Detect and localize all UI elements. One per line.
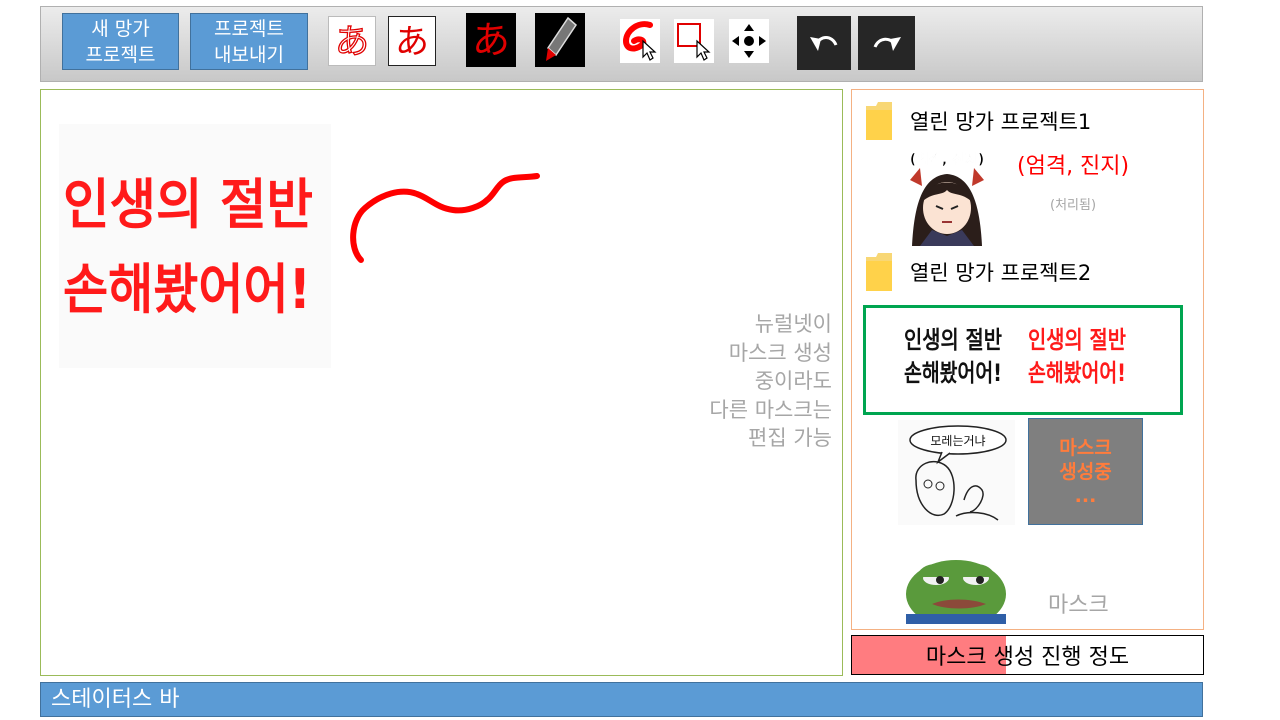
pencil-icon <box>546 16 577 61</box>
canvas-note-line: 마스크 생성 <box>728 340 832 365</box>
redo-button[interactable] <box>858 16 915 70</box>
thumb-text-red-2: 손해봤어어! <box>1028 359 1126 387</box>
move-icon <box>732 24 766 58</box>
sketch-thumbnail[interactable]: 모레는거냐 <box>898 420 1015 525</box>
folder-icon <box>866 253 892 291</box>
status-text: 스테이터스 바 <box>51 687 180 712</box>
selected-thumbnail-image: 인생의 절반 손해봤어어! 인생의 절반 손해봤어어! <box>904 326 1126 387</box>
sketch-thumbnail-image: 모레는거냐 <box>909 425 1007 521</box>
canvas-note-line: 편집 가능 <box>748 426 832 450</box>
canvas-note: 뉴럴넷이 마스크 생성 중이라도 다른 마스크는 편집 가능 <box>709 310 832 453</box>
new-project-button[interactable]: 새 망가 프로젝트 <box>62 13 179 70</box>
project-1-thumbnail[interactable]: (엄격, 진지) <box>892 146 1002 246</box>
frog-thumbnail-image <box>906 560 1006 628</box>
text-inverted-tool[interactable]: あ <box>466 13 516 67</box>
project-2-title: 열린 망가 프로젝트2 <box>910 261 1092 285</box>
brush-select-tool[interactable] <box>620 19 660 63</box>
project-panel: 열린 망가 프로젝트1 (엄격, 진지) (엄격, 진지) (처리됨) 열린 망… <box>851 89 1204 630</box>
text-outline-icon: あ <box>334 21 369 62</box>
status-bar: 스테이터스 바 <box>40 682 1203 717</box>
brush-select-icon <box>622 21 657 61</box>
text-outline-tool[interactable]: あ <box>328 16 376 66</box>
thumb-text-black-2: 손해봤어어! <box>904 359 1002 387</box>
undo-button[interactable] <box>797 16 851 70</box>
canvas-note-line: 뉴럴넷이 <box>754 312 832 336</box>
project-1-header[interactable]: 열린 망가 프로젝트1 <box>864 100 1091 142</box>
mask-progress-bar: 마스크 생성 진행 정도 <box>851 635 1204 675</box>
project-1-title: 열린 망가 프로젝트1 <box>910 110 1092 134</box>
redo-icon <box>873 37 901 51</box>
svg-text:あ: あ <box>335 22 369 62</box>
mask-generating-thumbnail[interactable]: 마스크 생성중 ... <box>1028 418 1143 525</box>
pencil-tool[interactable] <box>535 13 585 67</box>
text-filled-icon: あ <box>395 22 429 62</box>
svg-text:あ: あ <box>395 22 429 62</box>
canvas-text-line-1: 인생의 절반 <box>63 173 313 236</box>
export-project-label-1: 프로젝트 <box>214 17 284 40</box>
thumb-text-black-1: 인생의 절반 <box>904 326 1002 354</box>
svg-text:あ: あ <box>472 18 510 62</box>
text-inverted-icon: あ <box>472 18 510 62</box>
new-project-label-1: 새 망가 <box>91 17 150 40</box>
export-project-button[interactable]: 프로젝트 내보내기 <box>190 13 308 70</box>
sketch-bubble-text: 모레는거냐 <box>930 434 985 448</box>
brush-stroke <box>350 173 540 263</box>
thumb-text-red-1: 인생의 절반 <box>1028 326 1126 354</box>
frog-thumbnail[interactable] <box>902 544 1008 628</box>
character-thumbnail: (엄격, 진지) <box>909 151 985 246</box>
canvas-text-line-2: 손해봤어어! <box>63 258 311 321</box>
move-tool[interactable] <box>729 19 769 63</box>
canvas-note-line: 다른 마스크는 <box>709 397 832 422</box>
mask-overlay-line-3: ... <box>1074 484 1097 507</box>
new-project-label-2: 프로젝트 <box>85 43 156 66</box>
project-1-item-label: (엄격, 진지) <box>1017 154 1130 179</box>
folder-icon <box>866 102 892 140</box>
rect-select-tool[interactable] <box>674 19 714 63</box>
text-filled-tool[interactable]: あ <box>388 16 436 66</box>
project-2-header[interactable]: 열린 망가 프로젝트2 <box>864 251 1091 293</box>
project-1-item-status: (처리됨) <box>1050 198 1097 213</box>
export-project-label-2: 내보내기 <box>214 43 284 66</box>
undo-icon <box>810 36 838 51</box>
mask-label: 마스크 <box>1048 593 1109 618</box>
canvas-note-line: 중이라도 <box>754 369 832 393</box>
mask-overlay-line-1: 마스크 <box>1059 436 1112 459</box>
selected-thumbnail[interactable]: 인생의 절반 손해봤어어! 인생의 절반 손해봤어어! <box>863 305 1183 415</box>
toolbar: 새 망가 프로젝트 프로젝트 내보내기 あ あ あ <box>40 6 1203 82</box>
rect-select-icon <box>677 23 711 61</box>
progress-label: 마스크 생성 진행 정도 <box>925 645 1130 670</box>
mask-overlay-line-2: 생성중 <box>1059 460 1112 483</box>
thumbnail-caption: (엄격, 진지) <box>910 151 985 168</box>
editing-canvas[interactable]: 인생의 절반 손해봤어어! 뉴럴넷이 마스크 생성 중이라도 다른 마스크는 편… <box>40 89 843 676</box>
